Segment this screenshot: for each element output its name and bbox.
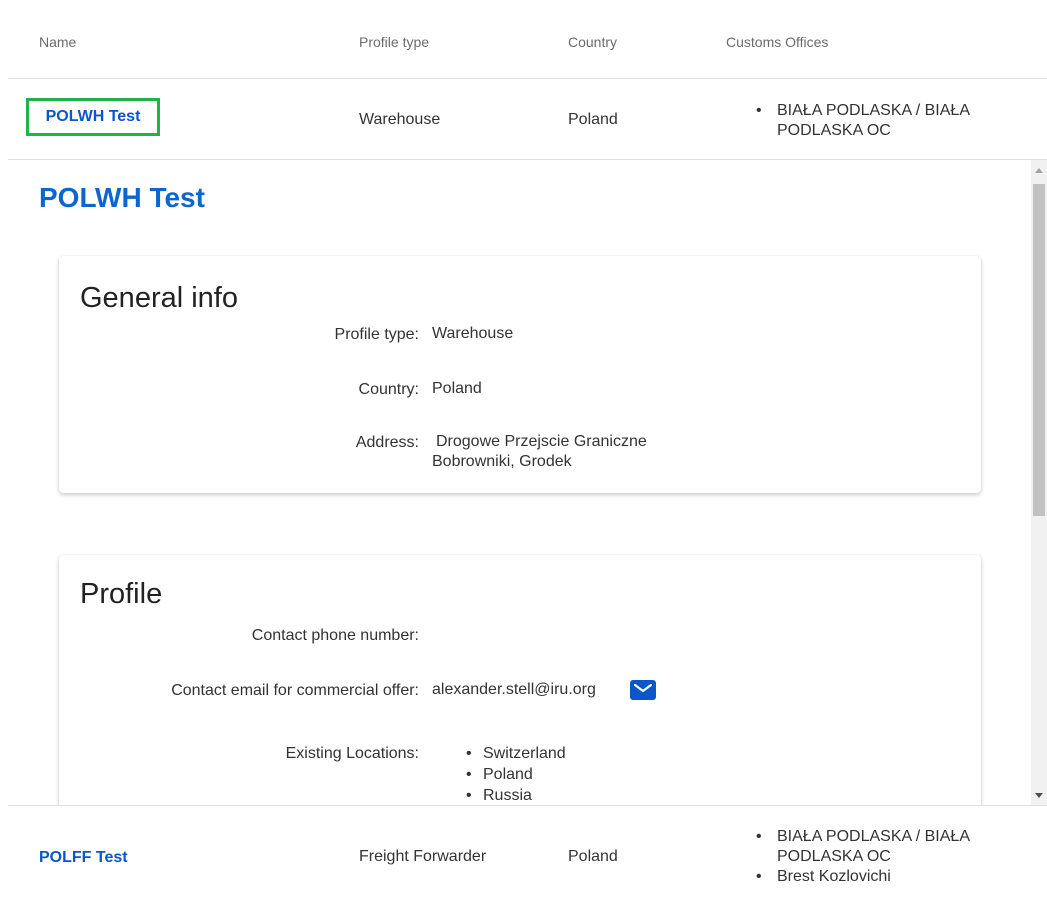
country-value: Poland — [432, 380, 482, 397]
profile-type-value: Warehouse — [432, 325, 514, 342]
row-profile-type: Freight Forwarder — [359, 848, 487, 865]
existing-locations-list: Switzerland Poland Russia — [462, 743, 566, 805]
address-value: Drogowe Przejscie Graniczne Bobrowniki, … — [432, 432, 647, 472]
location-item: Switzerland — [462, 743, 566, 764]
row-profile-type: Warehouse — [359, 111, 441, 128]
row-name-link[interactable]: POLFF Test — [39, 849, 128, 867]
contact-phone-label: Contact phone number: — [251, 627, 419, 644]
location-item: Poland — [462, 764, 566, 785]
row-customs-offices-list: BIAŁA PODLASKA / BIAŁA PODLASKA OC Brest… — [754, 827, 1014, 887]
row-country: Poland — [568, 848, 618, 865]
contact-email-value: alexander.stell@iru.org — [432, 681, 596, 698]
column-header-name[interactable]: Name — [39, 34, 76, 50]
country-label: Country: — [358, 381, 419, 398]
customs-office-item: BIAŁA PODLASKA / BIAŁA PODLASKA OC — [754, 827, 1014, 867]
table-row[interactable]: POLFF Test Freight Forwarder Poland BIAŁ… — [8, 805, 1047, 905]
detail-panel: POLWH Test General info Profile type: Wa… — [8, 160, 1031, 805]
general-info-card: General info Profile type: Warehouse Cou… — [59, 256, 981, 493]
row-name-link[interactable]: POLWH Test — [46, 108, 141, 126]
location-item: Russia — [462, 785, 566, 805]
mail-icon[interactable] — [630, 680, 656, 700]
row-customs-offices-list: BIAŁA PODLASKA / BIAŁA PODLASKA OC — [754, 101, 1014, 141]
profile-card: Profile Contact phone number: Contact em… — [59, 555, 981, 805]
customs-office-item: Brest Kozlovichi — [754, 867, 1014, 887]
arrow-up-icon[interactable] — [1031, 162, 1047, 178]
customs-office-item: BIAŁA PODLASKA / BIAŁA PODLASKA OC — [754, 101, 1014, 141]
selected-name-outline: POLWH Test — [26, 98, 160, 136]
detail-title: POLWH Test — [39, 182, 205, 213]
table-row[interactable]: POLWH Test Warehouse Poland BIAŁA PODLAS… — [8, 79, 1047, 160]
profile-type-label: Profile type: — [334, 326, 419, 343]
address-label: Address: — [355, 434, 419, 451]
row-country: Poland — [568, 111, 618, 128]
contact-email-label: Contact email for commercial offer: — [171, 682, 419, 699]
scrollbar-thumb[interactable] — [1033, 184, 1045, 516]
table-header: Name Profile type Country Customs Office… — [8, 0, 1047, 79]
column-header-country[interactable]: Country — [568, 34, 617, 50]
general-info-heading: General info — [80, 282, 238, 314]
existing-locations-label: Existing Locations: — [285, 745, 419, 762]
profile-heading: Profile — [80, 578, 163, 610]
column-header-customs-offices[interactable]: Customs Offices — [726, 34, 828, 50]
detail-scrollbar[interactable] — [1031, 160, 1047, 805]
column-header-profile-type[interactable]: Profile type — [359, 34, 429, 50]
address-line-2: Bobrowniki, Grodek — [432, 453, 572, 470]
address-line-1: Drogowe Przejscie Graniczne — [436, 433, 647, 450]
arrow-down-icon[interactable] — [1031, 787, 1047, 803]
